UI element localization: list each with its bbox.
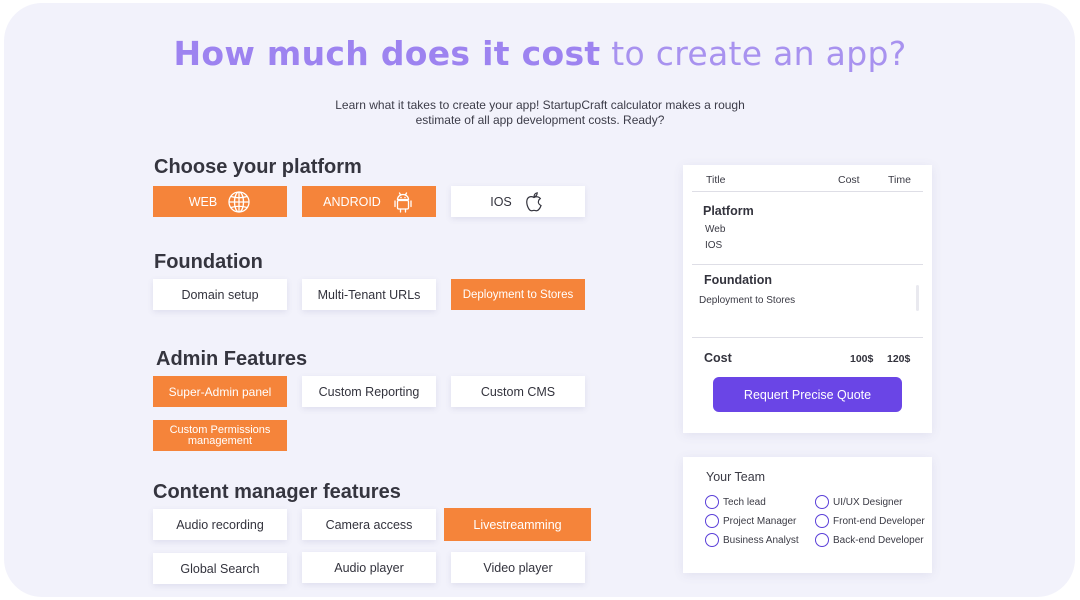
foundation-domain-setup-label: Domain setup <box>181 287 259 302</box>
intro-text: Learn what it takes to create your app! … <box>300 98 780 128</box>
foundation-multi-tenant-label: Multi-Tenant URLs <box>317 287 421 302</box>
intro-line-1: Learn what it takes to create your app! … <box>335 98 745 112</box>
platform-android-option[interactable]: ANDROID <box>302 186 436 217</box>
radio-icon <box>705 533 719 547</box>
team-option-label: Back-end Developer <box>833 534 924 546</box>
foundation-domain-setup-option[interactable]: Domain setup <box>153 279 287 310</box>
radio-icon <box>815 514 829 528</box>
radio-icon <box>705 495 719 509</box>
android-icon <box>394 191 412 213</box>
team-option-label: Business Analyst <box>723 534 799 546</box>
foundation-deployment-option[interactable]: Deployment to Stores <box>451 279 585 310</box>
platform-section-title: Choose your platform <box>154 156 362 178</box>
foundation-multi-tenant-option[interactable]: Multi-Tenant URLs <box>302 279 436 310</box>
team-option-label: Front-end Developer <box>833 515 925 527</box>
team-option-ui-ux-designer[interactable]: UI/UX Designer <box>815 495 902 509</box>
content-camera-access-label: Camera access <box>325 517 413 532</box>
summary-header-cost: Cost <box>838 174 860 186</box>
summary-foundation-label: Foundation <box>704 273 773 287</box>
admin-section-title: Admin Features <box>156 348 308 370</box>
admin-custom-permissions-option[interactable]: Custom Permissions management <box>153 420 287 451</box>
platform-web-option[interactable]: WEB <box>153 186 287 217</box>
team-option-tech-lead[interactable]: Tech lead <box>705 495 766 509</box>
radio-icon <box>815 495 829 509</box>
headline-light: to create an app? <box>600 34 907 73</box>
team-option-label: Project Manager <box>723 515 797 527</box>
globe-icon <box>228 190 250 213</box>
admin-custom-cms-option[interactable]: Custom CMS <box>451 376 585 407</box>
team-option-label: Tech lead <box>723 496 766 508</box>
admin-custom-reporting-option[interactable]: Custom Reporting <box>302 376 436 407</box>
summary-scrollbar[interactable] <box>916 285 919 311</box>
request-quote-button[interactable]: Requert Precise Quote <box>713 377 902 412</box>
team-option-label: UI/UX Designer <box>833 496 903 508</box>
radio-icon <box>705 514 719 528</box>
foundation-section-title: Foundation <box>154 251 263 273</box>
apple-icon <box>525 191 542 211</box>
content-video-player-label: Video player <box>483 560 553 575</box>
summary-platform-label: Platform <box>703 204 754 218</box>
summary-total-label: Cost <box>704 351 732 365</box>
content-global-search-option[interactable]: Global Search <box>153 553 287 584</box>
team-option-front-end-developer[interactable]: Front-end Developer <box>815 514 925 528</box>
team-option-back-end-developer[interactable]: Back-end Developer <box>815 533 924 547</box>
page-headline: How much does it cost to create an app? <box>0 34 1080 73</box>
summary-total-cost: 100$ <box>850 353 874 365</box>
team-option-business-analyst[interactable]: Business Analyst <box>705 533 799 547</box>
admin-custom-reporting-label: Custom Reporting <box>318 384 420 399</box>
summary-platform-item: Web <box>705 224 726 235</box>
content-audio-recording-option[interactable]: Audio recording <box>153 509 287 540</box>
headline-strong: How much does it cost <box>173 34 601 73</box>
admin-super-admin-option[interactable]: Super-Admin panel <box>153 376 287 407</box>
intro-line-2: estimate of all app development costs. R… <box>415 113 665 127</box>
content-section-title: Content manager features <box>153 481 401 503</box>
content-livestreamming-option[interactable]: Livestreamming <box>444 508 591 541</box>
team-option-project-manager[interactable]: Project Manager <box>705 514 796 528</box>
summary-header-title: Title <box>706 174 726 186</box>
foundation-deployment-label: Deployment to Stores <box>462 288 574 301</box>
team-card: Your Team Tech lead UI/UX Designer Proje… <box>683 457 932 573</box>
admin-super-admin-label: Super-Admin panel <box>168 384 272 399</box>
summary-divider <box>692 191 923 192</box>
platform-ios-label: IOS <box>490 194 512 209</box>
summary-foundation-item: Deployment to Stores <box>699 295 796 306</box>
platform-ios-option[interactable]: IOS <box>451 186 585 217</box>
team-title: Your Team <box>706 470 766 484</box>
summary-divider <box>692 337 923 338</box>
content-livestreamming-label: Livestreamming <box>473 517 562 532</box>
summary-divider <box>692 264 923 265</box>
platform-android-label: ANDROID <box>323 194 381 209</box>
admin-custom-permissions-label: Custom Permissions management <box>169 423 271 447</box>
content-camera-access-option[interactable]: Camera access <box>302 509 436 540</box>
content-audio-recording-label: Audio recording <box>176 517 264 532</box>
summary-header-time: Time <box>888 174 911 186</box>
summary-total-time: 120$ <box>887 353 911 365</box>
content-audio-player-label: Audio player <box>334 560 404 575</box>
summary-card: Title Cost Time Platform Web IOS Foundat… <box>683 165 932 433</box>
admin-custom-cms-label: Custom CMS <box>480 384 556 399</box>
radio-icon <box>815 533 829 547</box>
platform-web-label: WEB <box>188 194 218 209</box>
content-audio-player-option[interactable]: Audio player <box>302 552 436 583</box>
summary-platform-item: IOS <box>705 240 723 251</box>
content-video-player-option[interactable]: Video player <box>451 552 585 583</box>
content-global-search-label: Global Search <box>180 561 260 576</box>
